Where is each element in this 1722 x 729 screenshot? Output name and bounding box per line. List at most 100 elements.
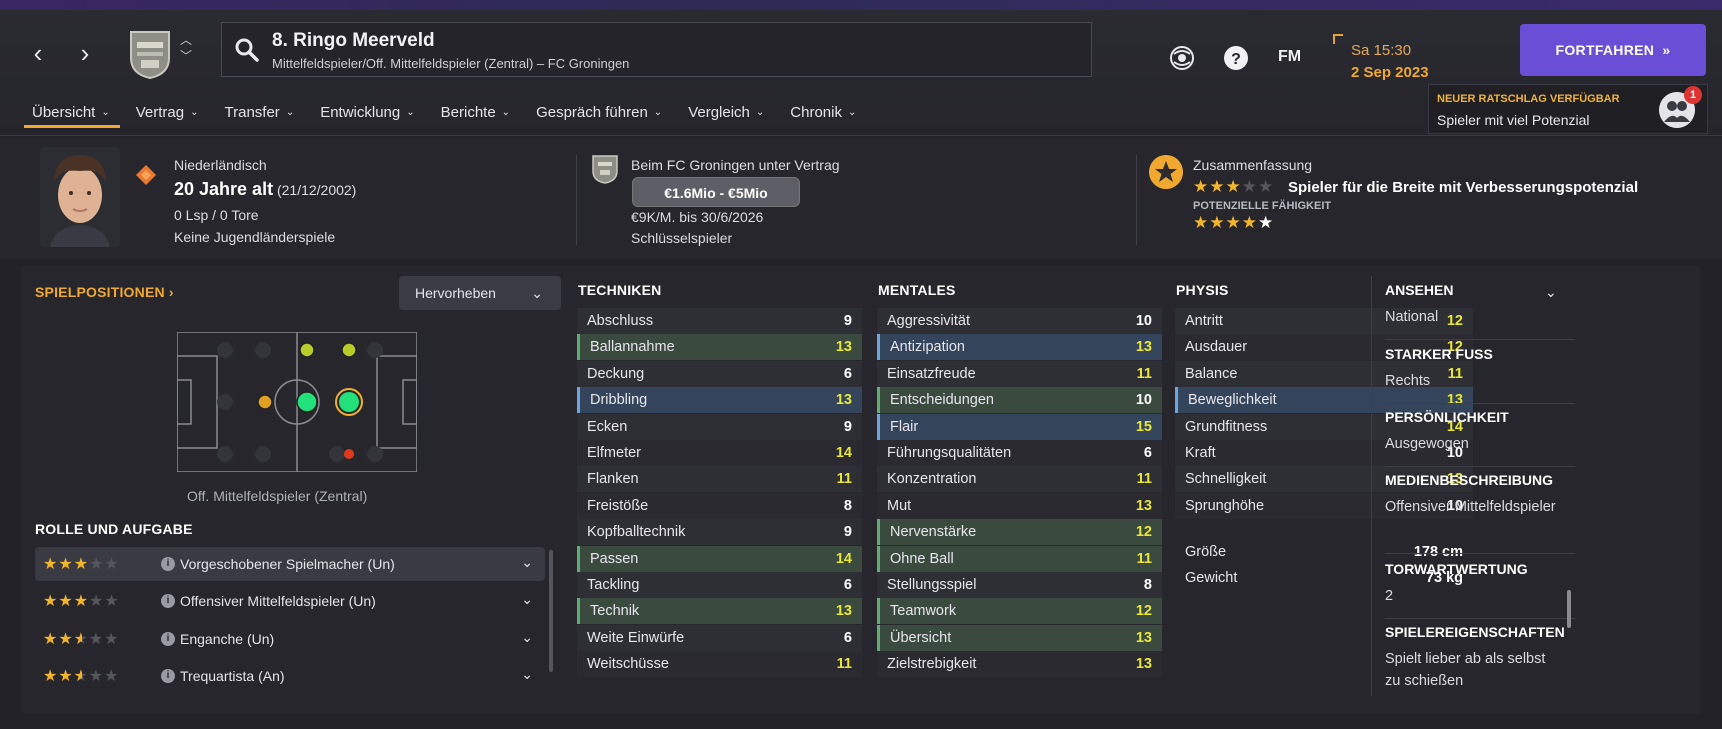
attribute-name: Sprunghöhe xyxy=(1185,497,1265,514)
attribute-row[interactable]: Zielstrebigkeit 13 xyxy=(877,651,1162,678)
back-arrow-icon[interactable]: ‹ xyxy=(26,40,50,66)
traits-scrollbar[interactable] xyxy=(1567,590,1571,628)
tab-vergleich[interactable]: Vergleich ⌄ xyxy=(676,98,778,138)
attribute-row[interactable]: Ohne Ball 11 xyxy=(877,545,1162,572)
attribute-row[interactable]: Flanken 11 xyxy=(577,466,862,493)
chevron-down-icon: ⌄ xyxy=(653,107,663,118)
fm-logo[interactable]: FM xyxy=(1278,48,1301,66)
attribute-row[interactable]: Kopfballtechnik 9 xyxy=(577,519,862,546)
attribute-name: Grundfitness xyxy=(1185,418,1268,435)
reputation-item[interactable]: ANSEHEN National ⌄ xyxy=(1385,282,1575,340)
attribute-row[interactable]: Weite Einwürfe 6 xyxy=(577,624,862,651)
age-line: 20 Jahre alt (21/12/2002) xyxy=(174,179,356,200)
mental-title: MENTALES xyxy=(878,282,956,298)
club-crest-icon[interactable] xyxy=(127,28,173,80)
role-row[interactable]: ★★★★★★ i Enganche (Un) ⌄ xyxy=(35,622,545,656)
attribute-value: 13 xyxy=(1135,629,1152,646)
attribute-row[interactable]: Entscheidungen 10 xyxy=(877,387,1162,414)
info-sidebar: ANSEHEN National ⌄ STARKER FUSS Rechts P… xyxy=(1371,266,1701,714)
gk-rating-item: TORWARTWERTUNG 2 xyxy=(1385,561,1575,619)
attribute-value: 6 xyxy=(1143,445,1152,461)
attribute-name: Führungsqualitäten xyxy=(887,445,1012,461)
role-row[interactable]: ★★★★★ i Vorgeschobener Spielmacher (Un) … xyxy=(35,547,545,581)
tab-transfer[interactable]: Transfer ⌄ xyxy=(213,98,309,138)
player-switch-arrows[interactable]: ︿ ﹀ xyxy=(180,32,192,64)
traits-value: Spielt lieber ab als selbst zu schießen xyxy=(1385,651,1546,689)
attribute-row[interactable]: Dribbling 13 xyxy=(577,387,862,414)
attribute-value: 6 xyxy=(843,577,852,593)
attribute-value: 11 xyxy=(1136,365,1152,382)
attribute-row[interactable]: Aggressivität 10 xyxy=(877,308,1162,334)
search-icon[interactable] xyxy=(234,37,260,63)
positions-link[interactable]: SPIELPOSITIONEN › xyxy=(35,284,174,300)
attribute-row[interactable]: Ecken 9 xyxy=(577,413,862,440)
roles-scrollbar[interactable] xyxy=(549,550,553,672)
world-football-icon[interactable] xyxy=(1168,44,1196,72)
info-icon[interactable]: i xyxy=(161,594,175,608)
attribute-row[interactable]: Passen 14 xyxy=(577,545,862,572)
chevron-down-icon[interactable]: ⌄ xyxy=(521,554,533,571)
attribute-row[interactable]: Mut 13 xyxy=(877,492,1162,519)
tab-chronik[interactable]: Chronik ⌄ xyxy=(778,98,870,138)
attribute-row[interactable]: Antizipation 13 xyxy=(877,334,1162,361)
highlight-dropdown[interactable]: Hervorheben ⌄ xyxy=(399,276,561,310)
personality-item: PERSÖNLICHKEIT Ausgewogen xyxy=(1385,409,1575,467)
reputation-value: National xyxy=(1385,309,1439,325)
foot-label: STARKER FUSS xyxy=(1385,346,1493,362)
continue-button[interactable]: FORTFAHREN » xyxy=(1520,24,1706,76)
forward-arrow-icon[interactable]: › xyxy=(73,40,97,66)
tab-vertrag[interactable]: Vertrag ⌄ xyxy=(124,98,213,138)
nationality-flag-icon xyxy=(136,165,156,185)
attribute-row[interactable]: Tackling 6 xyxy=(577,572,862,598)
attribute-row[interactable]: Konzentration 11 xyxy=(877,466,1162,493)
squad-status: Schlüsselspieler xyxy=(631,230,733,246)
player-header-box[interactable]: 8. Ringo Meerveld Mittelfeldspieler/Off.… xyxy=(221,22,1092,77)
attribute-row[interactable]: Flair 15 xyxy=(877,413,1162,440)
attribute-row[interactable]: Ballannahme 13 xyxy=(577,334,862,361)
attribute-row[interactable]: Freistöße 8 xyxy=(577,492,862,519)
help-icon[interactable]: ? xyxy=(1222,44,1250,72)
tab-gespraech[interactable]: Gespräch führen ⌄ xyxy=(524,98,676,138)
attribute-row[interactable]: Teamwork 12 xyxy=(877,598,1162,625)
attribute-row[interactable]: Weitschüsse 11 xyxy=(577,651,862,678)
info-icon[interactable]: i xyxy=(161,669,175,683)
tab-berichte[interactable]: Berichte ⌄ xyxy=(429,98,524,138)
youth-caps: Keine Jugendländerspiele xyxy=(174,229,336,245)
attribute-name: Passen xyxy=(590,550,639,567)
attribute-row[interactable]: Nervenstärke 12 xyxy=(877,519,1162,546)
game-date[interactable]: Sa 15:30 2 Sep 2023 xyxy=(1333,24,1449,86)
info-icon[interactable]: i xyxy=(161,632,175,646)
positions-title: SPIELPOSITIONEN xyxy=(35,284,165,300)
game-time: Sa 15:30 xyxy=(1351,42,1412,59)
attribute-row[interactable]: Übersicht 13 xyxy=(877,624,1162,651)
attribute-name: Kopfballtechnik xyxy=(587,524,686,541)
attribute-row[interactable]: Führungsqualitäten 6 xyxy=(877,440,1162,466)
chevron-down-icon[interactable]: ⌄ xyxy=(1545,284,1557,301)
chevron-down-icon[interactable]: ⌄ xyxy=(521,666,533,683)
transfer-value: €1.6Mio - €5Mio xyxy=(664,185,768,201)
chevron-down-icon: ⌄ xyxy=(190,107,199,118)
info-icon[interactable]: i xyxy=(161,557,175,571)
attribute-row[interactable]: Abschluss 9 xyxy=(577,308,862,334)
role-row[interactable]: ★★★★★★ i Trequartista (An) ⌄ xyxy=(35,659,545,693)
chevron-down-icon: ⌄ xyxy=(847,107,857,118)
summary-text: Spieler für die Breite mit Verbesserungs… xyxy=(1288,179,1639,196)
attribute-row[interactable]: Deckung 6 xyxy=(577,360,862,387)
tab-entwicklung[interactable]: Entwicklung ⌄ xyxy=(308,98,428,138)
tab-uebersicht[interactable]: Übersicht ⌄ xyxy=(20,98,124,138)
transfer-value-pill[interactable]: €1.6Mio - €5Mio xyxy=(632,177,800,207)
role-name: Enganche (Un) xyxy=(180,631,275,647)
attribute-row[interactable]: Einsatzfreude 11 xyxy=(877,360,1162,387)
chevron-down-icon[interactable]: ⌄ xyxy=(521,591,533,608)
attribute-row[interactable]: Elfmeter 14 xyxy=(577,440,862,466)
role-stars: ★★★★★★ xyxy=(43,668,120,685)
attribute-row[interactable]: Technik 13 xyxy=(577,598,862,625)
role-row[interactable]: ★★★★★ i Offensiver Mittelfeldspieler (Un… xyxy=(35,584,545,618)
attribute-name: Ohne Ball xyxy=(890,550,954,567)
advice-notification[interactable]: NEUER RATSCHLAG VERFÜGBAR Spieler mit vi… xyxy=(1428,84,1708,134)
attribute-row[interactable]: Stellungsspiel 8 xyxy=(877,572,1162,598)
attribute-name: Abschluss xyxy=(587,313,654,329)
attribute-value: 13 xyxy=(1135,497,1152,514)
player-photo xyxy=(40,147,120,247)
chevron-down-icon[interactable]: ⌄ xyxy=(521,629,533,646)
